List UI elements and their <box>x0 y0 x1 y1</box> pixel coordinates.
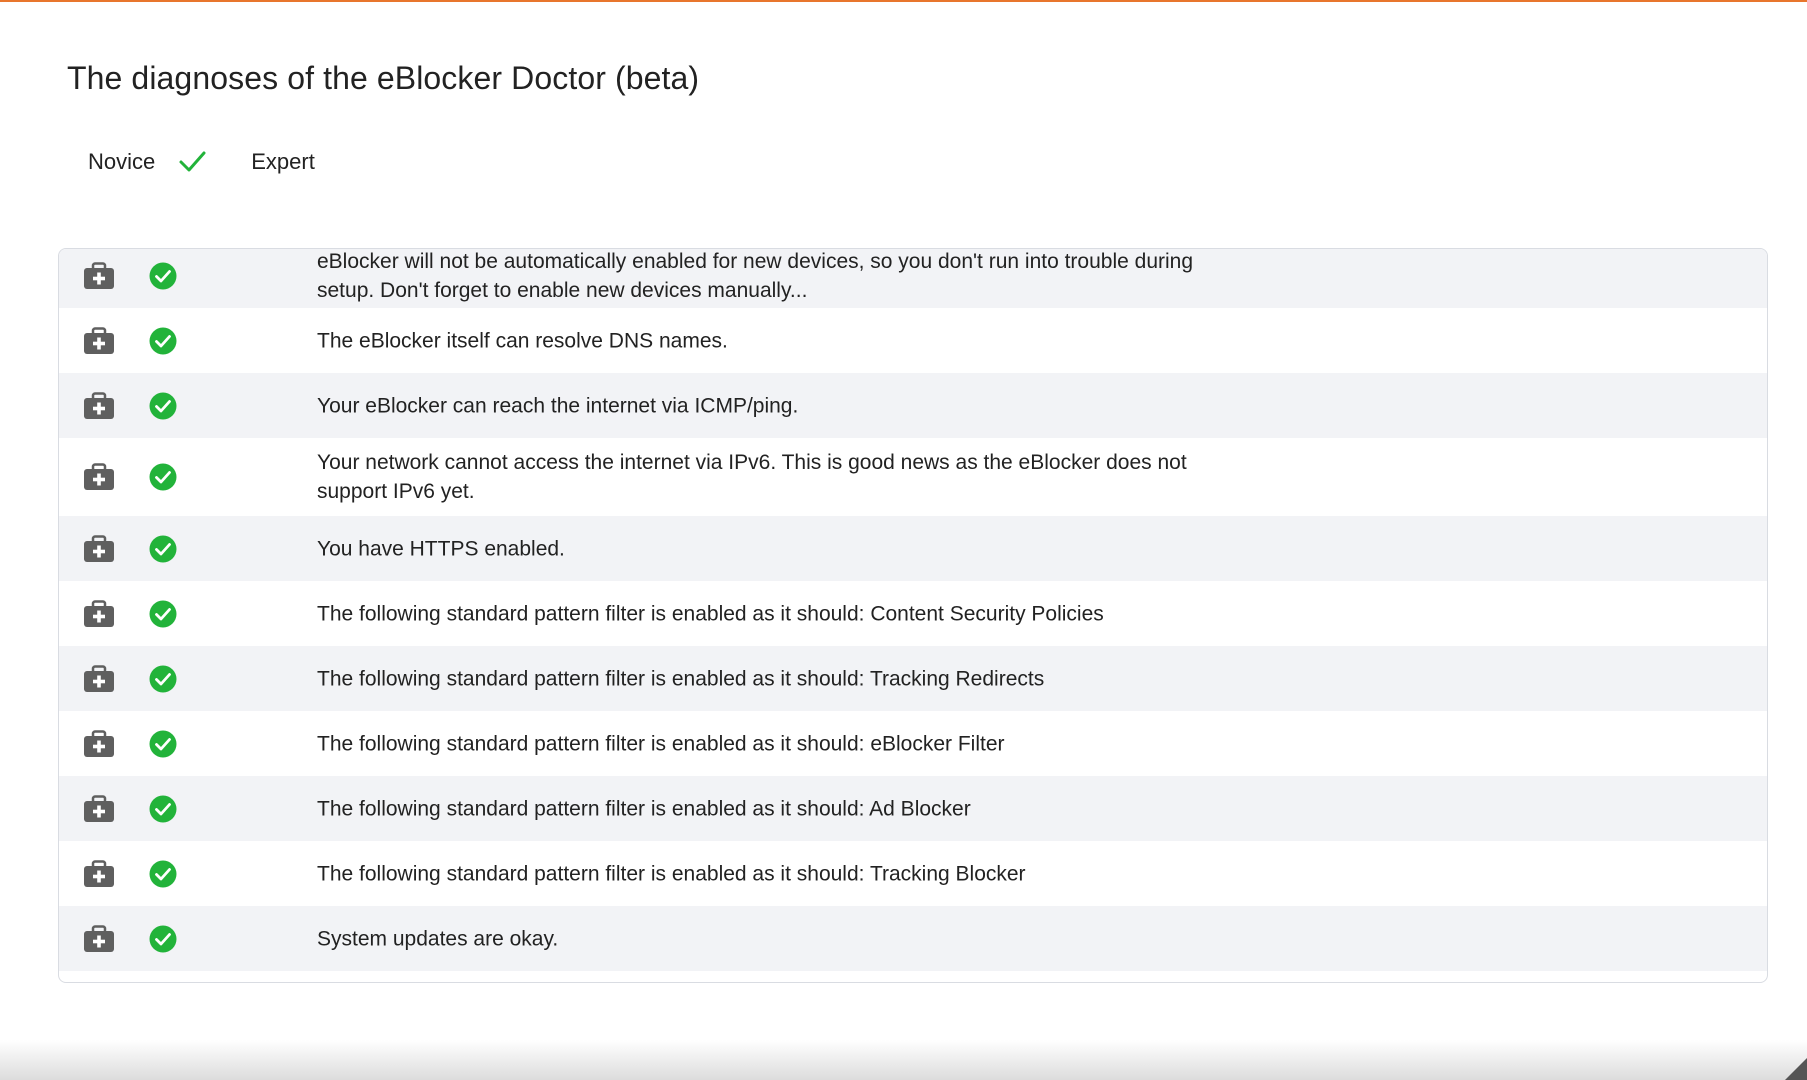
diagnosis-row: eBlocker will not be automatically enabl… <box>59 249 1767 308</box>
medical-kit-icon[interactable] <box>83 729 115 758</box>
medical-kit-icon[interactable] <box>83 391 115 420</box>
medical-kit-icon[interactable] <box>83 794 115 823</box>
mode-expert-option[interactable]: Expert <box>251 149 315 175</box>
check-circle-icon <box>149 600 177 628</box>
diagnosis-text: You have HTTPS enabled. <box>317 537 565 560</box>
checkmark-icon <box>177 147 207 177</box>
diagnoses-rows: eBlocker will not be automatically enabl… <box>59 249 1767 971</box>
check-circle-icon <box>149 327 177 355</box>
medical-kit-icon[interactable] <box>83 664 115 693</box>
medical-kit-icon[interactable] <box>83 326 115 355</box>
diagnosis-row: Your eBlocker can reach the internet via… <box>59 373 1767 438</box>
medical-kit-icon[interactable] <box>83 463 115 491</box>
check-circle-icon <box>149 665 177 693</box>
diagnosis-row: The following standard pattern filter is… <box>59 711 1767 776</box>
diagnosis-text: Your network cannot access the internet … <box>317 451 1187 503</box>
check-circle-icon <box>149 463 177 491</box>
check-circle-icon <box>149 860 177 888</box>
diagnosis-text: Your eBlocker can reach the internet via… <box>317 394 799 417</box>
diagnoses-list[interactable]: eBlocker will not be automatically enabl… <box>58 248 1768 983</box>
diagnosis-text: The following standard pattern filter is… <box>317 862 1026 885</box>
bottom-shade <box>0 1040 1807 1080</box>
page-title: The diagnoses of the eBlocker Doctor (be… <box>67 60 700 96</box>
diagnosis-text: The following standard pattern filter is… <box>317 667 1045 690</box>
diagnosis-row: Your network cannot access the internet … <box>59 438 1767 516</box>
diagnosis-text: System updates are okay. <box>317 927 559 950</box>
diagnosis-text: eBlocker will not be automatically enabl… <box>317 250 1194 302</box>
window-corner <box>1785 1058 1807 1080</box>
diagnosis-row: The following standard pattern filter is… <box>59 581 1767 646</box>
medical-kit-icon[interactable] <box>83 534 115 563</box>
check-circle-icon <box>149 795 177 823</box>
diagnosis-row: The eBlocker itself can resolve DNS name… <box>59 308 1767 373</box>
diagnosis-row: The following standard pattern filter is… <box>59 841 1767 906</box>
diagnosis-text: The eBlocker itself can resolve DNS name… <box>317 329 728 352</box>
mode-toggle: Novice Expert <box>88 146 315 178</box>
diagnosis-text: The following standard pattern filter is… <box>317 797 971 820</box>
diagnosis-text: The following standard pattern filter is… <box>317 732 1005 755</box>
medical-kit-icon[interactable] <box>83 924 115 953</box>
medical-kit-icon[interactable] <box>83 599 115 628</box>
mode-novice-option[interactable]: Novice <box>88 149 155 175</box>
medical-kit-icon[interactable] <box>83 859 115 888</box>
top-accent-bar <box>0 0 1807 2</box>
diagnosis-text: The following standard pattern filter is… <box>317 602 1104 625</box>
medical-kit-icon[interactable] <box>83 262 115 290</box>
diagnosis-row: System updates are okay. <box>59 906 1767 971</box>
diagnosis-row: The following standard pattern filter is… <box>59 646 1767 711</box>
check-circle-icon <box>149 262 177 290</box>
check-circle-icon <box>149 925 177 953</box>
diagnosis-row: You have HTTPS enabled. <box>59 516 1767 581</box>
diagnosis-row: The following standard pattern filter is… <box>59 776 1767 841</box>
check-circle-icon <box>149 392 177 420</box>
check-circle-icon <box>149 730 177 758</box>
check-circle-icon <box>149 535 177 563</box>
